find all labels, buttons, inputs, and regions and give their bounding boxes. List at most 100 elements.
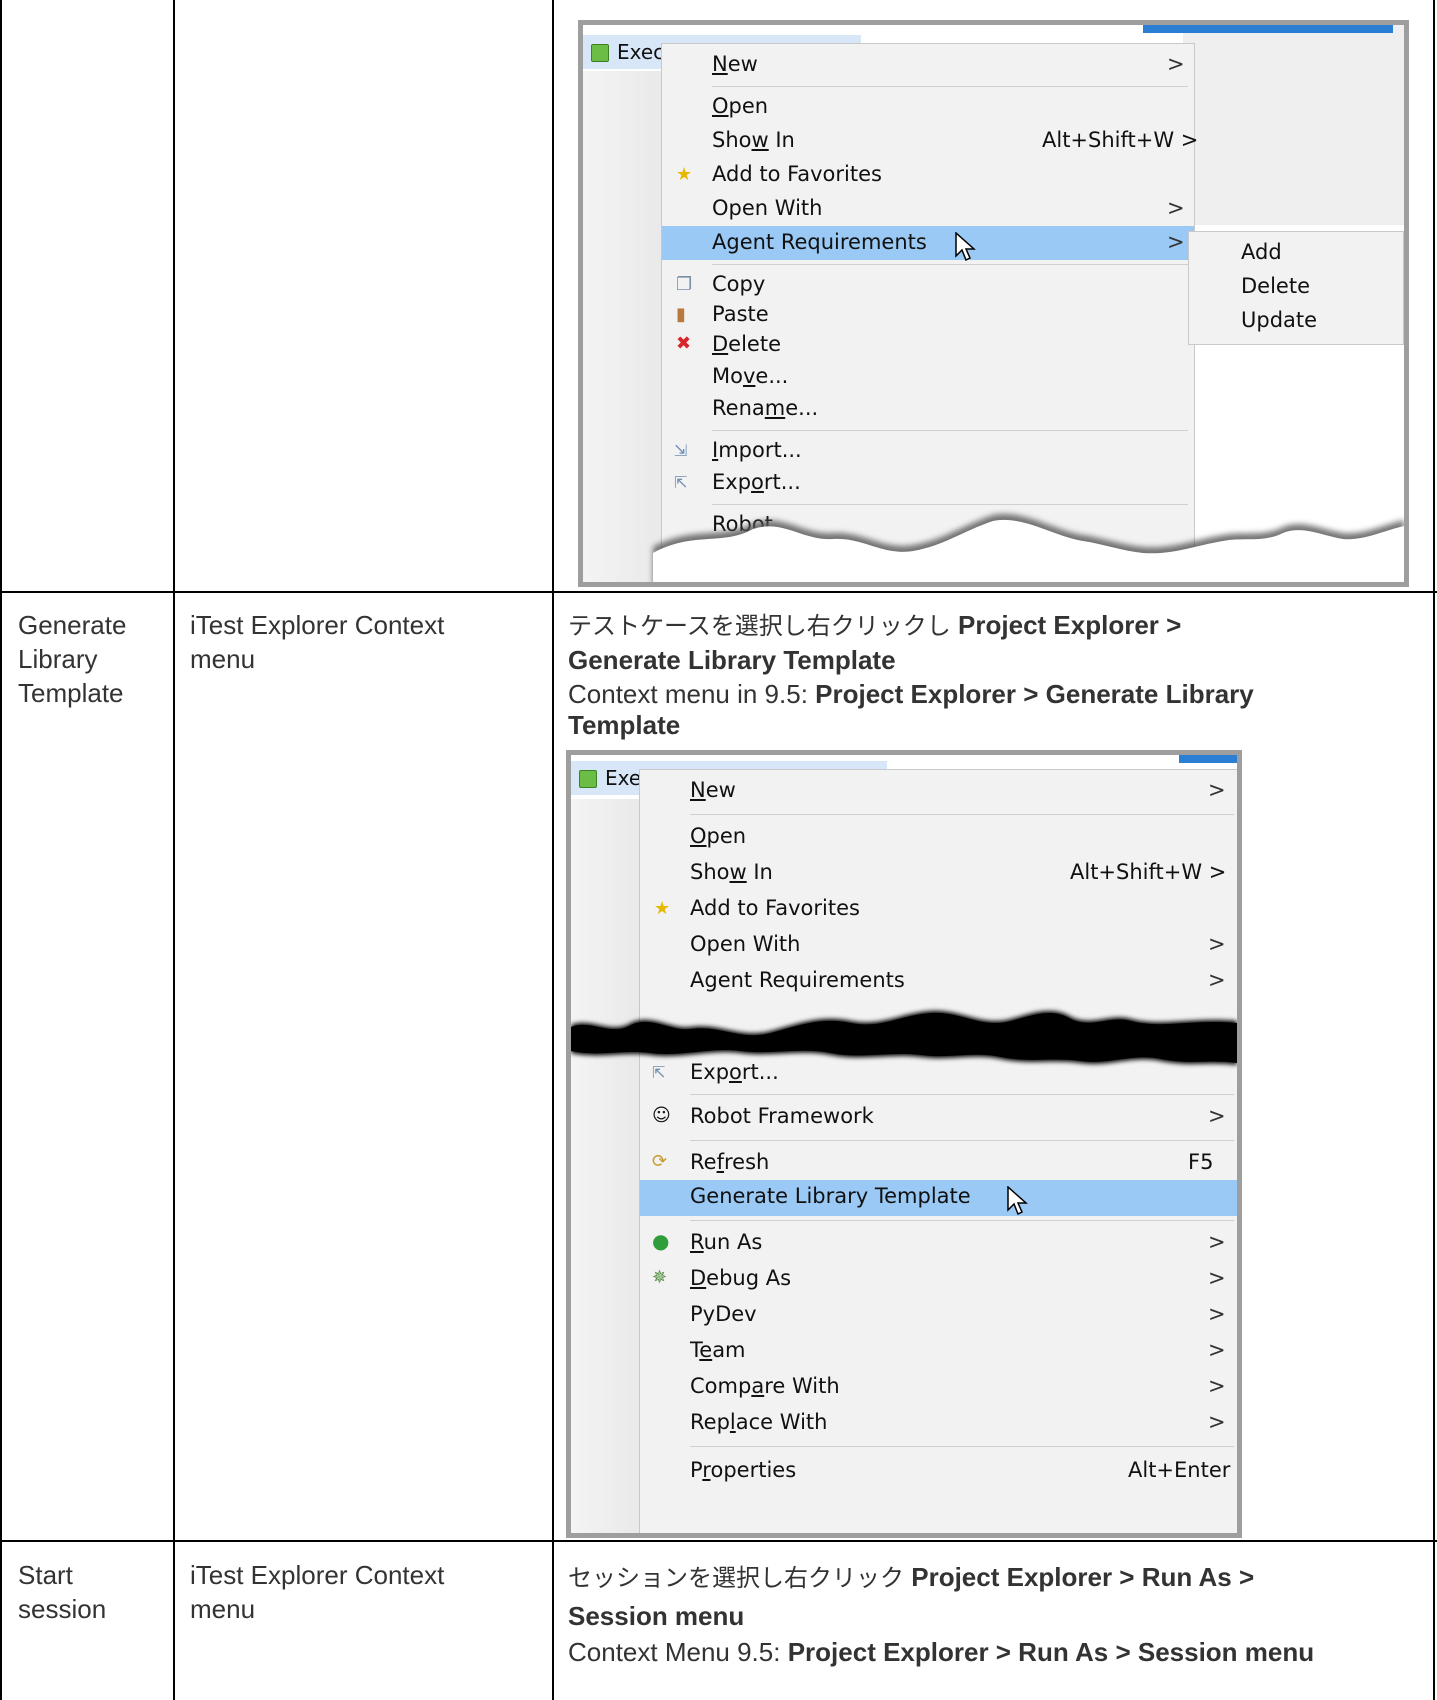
chevron-right-icon: > <box>1167 52 1185 76</box>
chevron-right-icon: > <box>1208 1302 1226 1326</box>
command-line: Generate <box>18 610 127 640</box>
menu-item-open[interactable]: Open <box>662 90 1194 124</box>
row-divider-1 <box>0 591 1437 593</box>
menu-separator <box>690 1094 1234 1095</box>
menu-item-pydev[interactable]: PyDev > <box>640 1298 1237 1332</box>
menu-item-team[interactable]: Team > <box>640 1334 1237 1368</box>
table-divider-2 <box>552 0 554 1700</box>
menu-item-show-in[interactable]: Show In Alt+Shift+W > <box>662 124 1198 158</box>
menu-item-robot-framework[interactable]: ☺ Robot Framework > <box>640 1100 1237 1134</box>
menu-item-export[interactable]: ⇱ Export... <box>662 466 1194 500</box>
location-cell-row-2: iTest Explorer Context menu <box>190 608 444 676</box>
menu-separator <box>712 86 1188 87</box>
star-icon: ★ <box>676 164 693 185</box>
desc-jp-path: Project Explorer > <box>958 610 1182 640</box>
chevron-right-icon: > <box>1208 1230 1226 1254</box>
menu-item-properties[interactable]: Properties Alt+Enter <box>640 1454 1237 1488</box>
menu-item-agent-requirements[interactable]: Agent Requirements > <box>640 964 1237 998</box>
chevron-right-icon: > <box>1208 1338 1226 1362</box>
table-border-right <box>1433 0 1435 1700</box>
menu-item-open-with[interactable]: Open With > <box>662 192 1194 226</box>
chevron-right-icon: > <box>1208 1410 1226 1434</box>
menu-item-add-to-favorites[interactable]: ★ Add to Favorites <box>640 892 1237 926</box>
run-icon: ● <box>652 1229 670 1253</box>
delete-icon: ✖ <box>676 333 692 354</box>
chevron-right-icon: > <box>1167 196 1185 220</box>
robot-framework-icon: ☺ <box>652 1105 671 1126</box>
menu-item-add-to-favorites[interactable]: ★ Add to Favorites <box>662 158 1194 192</box>
menu-item-new[interactable]: New > <box>662 48 1194 82</box>
menu-item-debug-as[interactable]: ✵ Debug As > <box>640 1262 1237 1296</box>
menu-item-import[interactable]: ⇲ Import... <box>662 434 1194 468</box>
test-file-icon <box>591 44 609 62</box>
command-line: Library <box>18 644 98 674</box>
desc-en-path-2: Template <box>568 710 681 740</box>
menu-item-agent-requirements[interactable]: Agent Requirements > <box>662 226 1194 262</box>
import-icon: ⇲ <box>674 441 688 460</box>
star-icon: ★ <box>654 898 671 919</box>
menu-separator <box>690 1140 1234 1141</box>
shortcut-label: Alt+Enter <box>1128 1458 1231 1482</box>
desc-jp-text: テストケースを選択し右クリックし <box>568 612 951 640</box>
desc-en-path: Project Explorer > Generate Library <box>815 679 1254 709</box>
context-menu-screenshot-1: Exec New > Open Show In Alt+Shift+W > ★ … <box>578 20 1409 587</box>
menu-item-replace-with[interactable]: Replace With > <box>640 1406 1237 1440</box>
table-border-left <box>0 0 2 1700</box>
chevron-right-icon: > <box>1208 778 1226 802</box>
refresh-icon: ⟳ <box>652 1151 668 1172</box>
command-line: Template <box>18 678 124 708</box>
location-line: iTest Explorer Context <box>190 610 445 640</box>
context-menu-screenshot-2: Exe New > Open Show In Alt+Shift+W > ★ A… <box>566 750 1242 1538</box>
menu-separator <box>690 1220 1234 1221</box>
desc-jp-path-2: Session menu <box>568 1601 745 1631</box>
export-icon: ⇱ <box>674 473 688 492</box>
menu-separator <box>690 1446 1234 1447</box>
menu-item-move[interactable]: Move... <box>662 360 1194 394</box>
mouse-cursor-icon <box>955 232 976 262</box>
menu-item-show-in[interactable]: Show In Alt+Shift+W > <box>640 856 1237 890</box>
context-menu: New > Open Show In Alt+Shift+W > ★ Add t… <box>639 769 1237 1533</box>
submenu-item-add[interactable]: Add <box>1189 236 1403 270</box>
shortcut-label: Alt+Shift+W > <box>1070 860 1227 884</box>
location-line: menu <box>190 644 256 674</box>
command-line: session <box>18 1594 107 1624</box>
location-line: menu <box>190 1594 256 1624</box>
submenu-item-update[interactable]: Update <box>1189 304 1403 338</box>
menu-item-delete[interactable]: ✖ Delete <box>662 328 1194 362</box>
chevron-right-icon: > <box>1167 230 1185 254</box>
tree-panel-left <box>571 799 639 1533</box>
chevron-right-icon: > <box>1208 932 1226 956</box>
menu-item-paste[interactable]: ▮ Paste <box>662 298 1194 332</box>
tree-item-label: Exec <box>617 40 665 64</box>
location-line: iTest Explorer Context <box>190 1560 445 1590</box>
submenu-item-delete[interactable]: Delete <box>1189 270 1403 304</box>
mouse-cursor-icon <box>1007 1186 1028 1216</box>
chevron-right-icon: > <box>1208 968 1226 992</box>
menu-item-new[interactable]: New > <box>640 774 1237 808</box>
menu-item-compare-with[interactable]: Compare With > <box>640 1370 1237 1404</box>
torn-edge <box>653 513 1404 582</box>
description-cell-row-3: セッションを選択し右クリック Project Explorer > Run As… <box>568 1558 1428 1669</box>
tree-item-label: Exe <box>605 766 642 790</box>
menu-item-open[interactable]: Open <box>640 820 1237 854</box>
menu-item-run-as[interactable]: ● Run As > <box>640 1226 1237 1260</box>
panel-heading-fragment <box>1179 755 1237 763</box>
table-divider-1 <box>173 0 175 1700</box>
desc-en-path: Project Explorer > Run As > Session menu <box>787 1637 1315 1667</box>
paste-icon: ▮ <box>676 304 686 325</box>
menu-item-copy[interactable]: ❐ Copy <box>662 268 1194 302</box>
location-cell-row-3: iTest Explorer Context menu <box>190 1558 444 1626</box>
menu-item-rename[interactable]: Rename... <box>662 392 1194 426</box>
desc-jp-text: セッションを選択し右クリック <box>568 1564 904 1592</box>
desc-en-text: Context Menu 9.5: <box>568 1637 781 1667</box>
command-cell-row-2: Generate Library Template <box>18 608 126 710</box>
desc-en-text: Context menu in 9.5: <box>568 679 808 709</box>
menu-item-generate-library-template[interactable]: Generate Library Template <box>640 1180 1237 1216</box>
desc-jp-path-2: Generate Library Template <box>568 645 896 675</box>
menu-separator <box>712 264 1188 265</box>
chevron-right-icon: > <box>1208 1266 1226 1290</box>
desc-jp-path: Project Explorer > Run As > <box>911 1562 1255 1592</box>
agent-requirements-submenu: Add Delete Update <box>1188 231 1404 345</box>
menu-item-refresh[interactable]: ⟳ Refresh F5 <box>640 1146 1237 1180</box>
menu-item-open-with[interactable]: Open With > <box>640 928 1237 962</box>
